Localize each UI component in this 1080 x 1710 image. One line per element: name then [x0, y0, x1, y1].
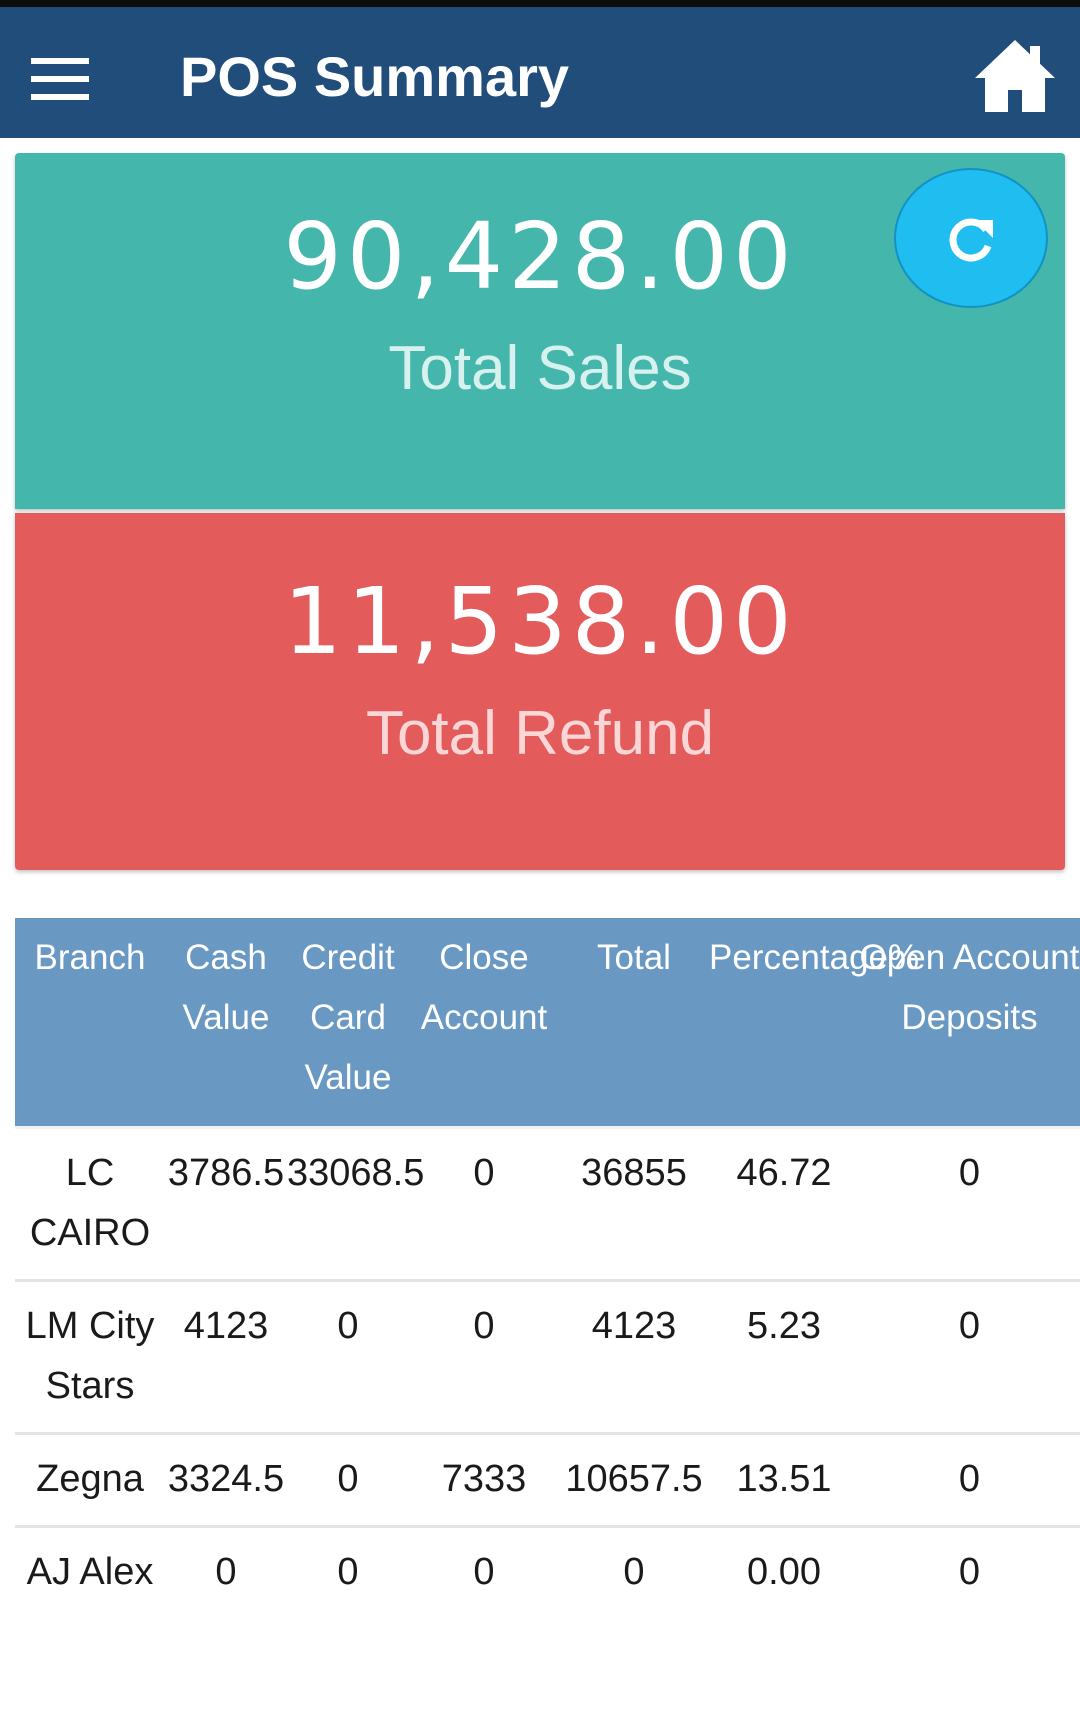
total-refund-card: 11,538.00 Total Refund	[15, 513, 1065, 870]
cell-total: 10657.5	[559, 1432, 709, 1527]
column-header-open-account-deposits: Open Account Deposits	[859, 918, 1080, 1128]
column-header-credit-card-value: Credit Card Value	[287, 918, 409, 1128]
refresh-icon	[949, 218, 993, 262]
cell-percentage: 13.51	[709, 1432, 859, 1527]
menu-button[interactable]	[20, 44, 100, 114]
cell-cash-value: 3324.5	[165, 1432, 287, 1527]
cell-branch: LM City Stars	[15, 1279, 165, 1434]
table-row[interactable]: LM City Stars 4123 0 0 4123 5.23 0	[15, 1279, 1080, 1434]
cell-credit-card-value: 0	[287, 1279, 409, 1434]
cell-cash-value: 4123	[165, 1279, 287, 1434]
home-icon	[975, 40, 1055, 112]
column-header-cash-value: Cash Value	[165, 918, 287, 1128]
cell-credit-card-value: 0	[287, 1525, 409, 1618]
refresh-button[interactable]	[894, 168, 1048, 308]
cell-percentage: 5.23	[709, 1279, 859, 1434]
cell-percentage: 46.72	[709, 1126, 859, 1281]
total-sales-label: Total Sales	[388, 334, 692, 403]
total-refund-label: Total Refund	[365, 699, 715, 768]
page-title: POS Summary	[180, 45, 570, 108]
cell-open-account-deposits: 0	[859, 1525, 1080, 1618]
column-header-total: Total	[559, 918, 709, 1128]
hamburger-menu-icon	[31, 58, 89, 100]
cell-close-account: 7333	[409, 1432, 559, 1527]
cell-cash-value: 0	[165, 1525, 287, 1618]
status-bar-strip	[0, 0, 1080, 7]
cell-total: 0	[559, 1525, 709, 1618]
column-header-percentage: Percentage%	[709, 918, 919, 1128]
total-refund-value: 11,538.00	[283, 568, 797, 675]
cell-percentage: 0.00	[709, 1525, 859, 1618]
cell-close-account: 0	[409, 1525, 559, 1618]
table-row[interactable]: AJ Alex 0 0 0 0 0.00 0	[15, 1525, 1080, 1618]
cell-cash-value: 3786.5	[165, 1126, 287, 1281]
column-header-close-account: Close Account	[409, 918, 559, 1128]
table-row[interactable]: Zegna 3324.5 0 7333 10657.5 13.51 0	[15, 1432, 1080, 1527]
cell-credit-card-value: 33068.5	[287, 1126, 424, 1281]
column-header-branch: Branch	[15, 918, 165, 1128]
table-header-row: Branch Cash Value Credit Card Value Clos…	[15, 918, 1080, 1128]
table-row[interactable]: LC CAIRO 3786.5 33068.5 0 36855 46.72 0	[15, 1126, 1080, 1281]
cell-branch: AJ Alex	[15, 1525, 165, 1618]
cell-open-account-deposits: 0	[859, 1279, 1080, 1434]
cell-close-account: 0	[409, 1126, 559, 1281]
home-button[interactable]	[972, 32, 1058, 118]
branch-summary-table: Branch Cash Value Credit Card Value Clos…	[15, 918, 1080, 1618]
cell-open-account-deposits: 0	[859, 1432, 1080, 1527]
cell-credit-card-value: 0	[287, 1432, 409, 1527]
cell-total: 4123	[559, 1279, 709, 1434]
cell-total: 36855	[559, 1126, 709, 1281]
cell-branch: LC CAIRO	[15, 1126, 165, 1281]
cell-branch: Zegna	[15, 1432, 165, 1527]
cell-close-account: 0	[409, 1279, 559, 1434]
cell-open-account-deposits: 0	[859, 1126, 1080, 1281]
app-bar: POS Summary	[0, 7, 1080, 138]
